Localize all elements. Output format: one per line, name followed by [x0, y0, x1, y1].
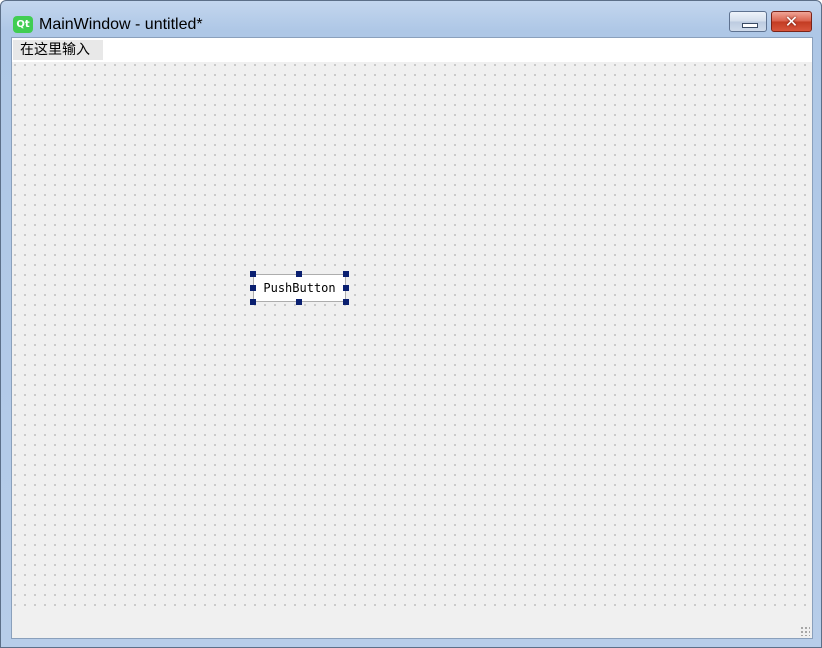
qt-logo-icon: Qt: [13, 16, 33, 33]
menu-bar: 在这里输入: [12, 38, 812, 62]
status-bar: [12, 610, 812, 638]
selection-handle-bottom-right[interactable]: [343, 299, 349, 305]
form-canvas[interactable]: PushButton: [12, 62, 812, 610]
minimize-button[interactable]: [729, 11, 767, 32]
selection-handle-top-left[interactable]: [250, 271, 256, 277]
selection-handle-right[interactable]: [343, 285, 349, 291]
close-button[interactable]: ✕: [771, 11, 812, 32]
title-bar[interactable]: Qt MainWindow - untitled* ✕: [1, 1, 821, 37]
selection-handle-bottom-left[interactable]: [250, 299, 256, 305]
window-client-area: 在这里输入 PushButton: [11, 37, 813, 639]
push-button-widget[interactable]: PushButton: [253, 274, 346, 302]
selection-handle-top-right[interactable]: [343, 271, 349, 277]
selection-handle-left[interactable]: [250, 285, 256, 291]
minimize-icon: [742, 23, 758, 28]
main-window: Qt MainWindow - untitled* ✕ 在这里输入 PushBu…: [0, 0, 822, 648]
window-title: MainWindow - untitled*: [39, 16, 203, 33]
selection-handle-top[interactable]: [296, 271, 302, 277]
selection-handle-bottom[interactable]: [296, 299, 302, 305]
close-icon: ✕: [784, 12, 799, 31]
menu-type-here-item[interactable]: 在这里输入: [13, 40, 103, 60]
resize-grip-icon[interactable]: [800, 626, 810, 636]
